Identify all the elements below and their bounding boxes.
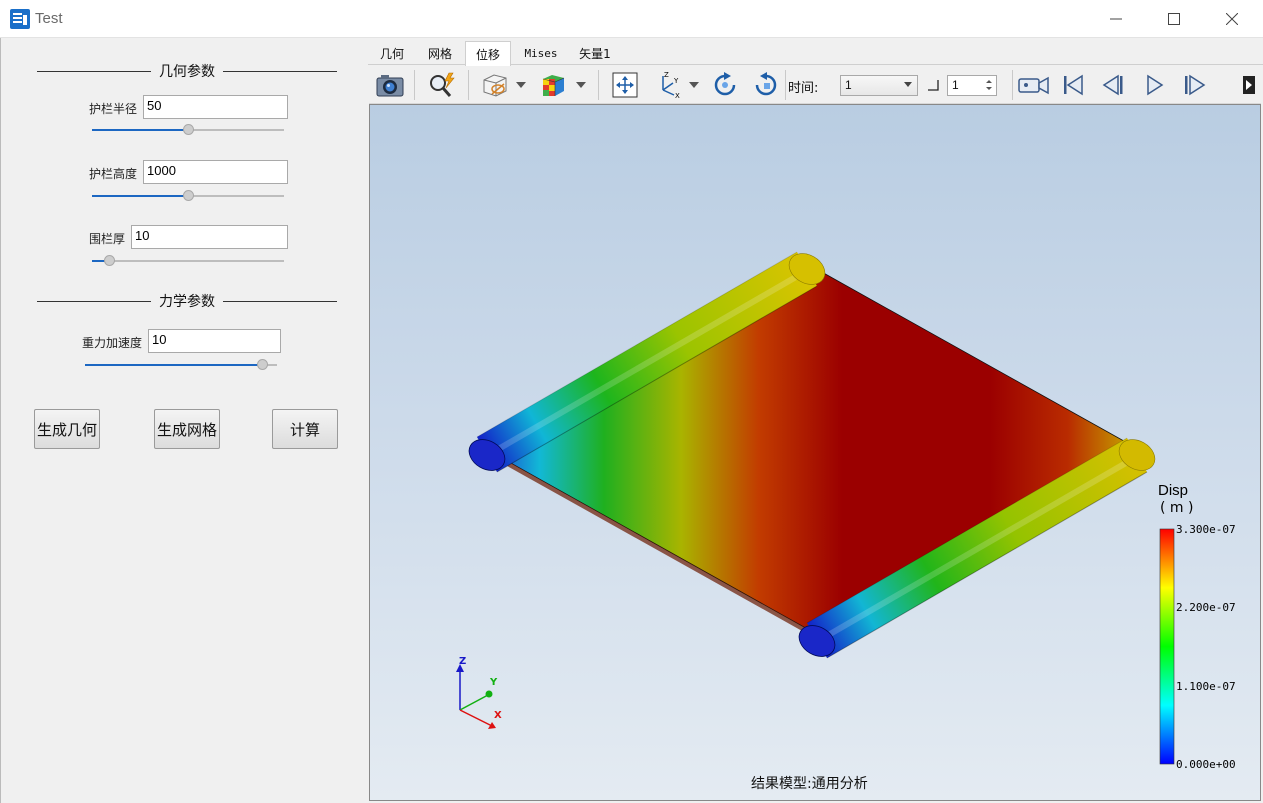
generate-geometry-button[interactable]: 生成几何 [34, 409, 100, 449]
compute-button[interactable]: 计算 [272, 409, 338, 449]
close-button[interactable] [1203, 0, 1261, 38]
slider-thumb[interactable] [183, 124, 194, 135]
slider-thumb[interactable] [104, 255, 116, 266]
query-icon[interactable] [426, 69, 458, 101]
minimize-icon [1110, 18, 1122, 20]
step-spinbox[interactable]: 1 [947, 75, 997, 96]
tab-geometry[interactable]: 几何 [372, 41, 412, 65]
guardrail-height-label: 护栏高度 [88, 167, 137, 181]
step-spinbox-value: 1 [952, 78, 959, 92]
guardrail-radius-label: 护栏半径 [88, 102, 137, 116]
camera-icon[interactable] [374, 69, 406, 101]
result-tabs: 几何 网格 位移 Mises 矢量1 [368, 38, 1263, 66]
axis-icon[interactable]: Z Y X [652, 69, 684, 101]
fence-thickness-slider[interactable] [92, 255, 284, 267]
guardrail-height-slider[interactable] [92, 190, 284, 202]
display-mode-dropdown-icon[interactable] [515, 80, 527, 90]
app-icon [10, 9, 30, 29]
svg-text:Y: Y [673, 77, 679, 85]
geometry-section-header: 几何参数 [37, 61, 337, 81]
close-icon [1226, 13, 1238, 25]
window-title: Test [35, 10, 63, 27]
time-select[interactable]: 1 [840, 75, 918, 96]
chevron-right-icon [1246, 80, 1252, 90]
axis-label-z: Z [459, 656, 467, 667]
color-map-dropdown-icon[interactable] [575, 80, 587, 90]
fit-view-icon[interactable] [609, 69, 641, 101]
title-bar: Test [0, 0, 1263, 38]
view-toolbar: Z Y X 时间: 1 1 [369, 66, 1261, 104]
maximize-button[interactable] [1145, 0, 1203, 38]
gravity-input[interactable]: 10 [148, 329, 281, 353]
minimize-button[interactable] [1087, 0, 1145, 38]
plate-surface [499, 270, 1141, 637]
generate-mesh-button[interactable]: 生成网格 [154, 409, 220, 449]
geometry-section-title: 几何参数 [151, 64, 223, 80]
fence-thickness-input[interactable]: 10 [131, 225, 288, 249]
tab-vector1[interactable]: 矢量1 [572, 41, 618, 65]
rotate-ccw-icon[interactable] [750, 69, 782, 101]
result-model-label: 结果模型:通用分析 [751, 776, 868, 792]
spin-arrows-icon[interactable] [985, 78, 993, 92]
svg-text:Z: Z [664, 71, 669, 79]
prev-frame-icon[interactable] [1097, 69, 1129, 101]
toolbar-overflow-button[interactable] [1243, 76, 1255, 94]
svg-text:X: X [675, 92, 680, 100]
legend-tick-mid-low: 1.100e-07 [1176, 680, 1236, 693]
legend-unit: ( m ) [1160, 500, 1194, 516]
step-checkbox-icon[interactable] [927, 79, 939, 91]
legend-tick-max: 3.300e-07 [1176, 523, 1236, 536]
fence-thickness-label: 围栏厚 [88, 232, 125, 246]
gravity-label: 重力加速度 [81, 336, 142, 350]
gravity-slider[interactable] [85, 359, 277, 371]
time-label: 时间: [788, 81, 819, 96]
mechanics-section-title: 力学参数 [151, 294, 223, 310]
legend-color-bar [1159, 528, 1175, 765]
axis-dropdown-icon[interactable] [688, 80, 700, 90]
legend-tick-min: 0.000e+00 [1176, 758, 1236, 771]
chevron-down-icon [904, 82, 912, 87]
mechanics-section-header: 力学参数 [37, 291, 337, 311]
slider-thumb[interactable] [183, 190, 194, 201]
guardrail-height-input[interactable]: 1000 [143, 160, 288, 184]
tab-mesh[interactable]: 网格 [420, 41, 460, 65]
maximize-icon [1168, 13, 1180, 25]
slider-thumb[interactable] [256, 359, 268, 370]
tab-mises[interactable]: Mises [516, 41, 566, 65]
rotate-cw-icon[interactable] [709, 69, 741, 101]
time-select-value: 1 [845, 78, 852, 92]
legend-tick-mid-high: 2.200e-07 [1176, 601, 1236, 614]
next-frame-icon[interactable] [1179, 69, 1211, 101]
guardrail-radius-slider[interactable] [92, 124, 284, 136]
guardrail-radius-input[interactable]: 50 [143, 95, 288, 119]
parameter-panel: 几何参数 护栏半径 50 护栏高度 1000 围栏厚 10 力学参数 重力加速度… [0, 38, 368, 803]
legend-title: Disp [1158, 482, 1189, 499]
result-viewport[interactable]: Disp ( m ) 3.300e-07 2.200e-07 1.100e-07… [369, 104, 1261, 801]
display-mode-icon[interactable] [479, 69, 511, 101]
displacement-contour-model[interactable] [370, 105, 1260, 800]
record-icon[interactable] [1016, 69, 1052, 101]
tab-displacement[interactable]: 位移 [465, 41, 511, 66]
axis-triad [456, 664, 496, 729]
axis-label-x: X [494, 710, 502, 721]
results-panel: 几何 网格 位移 Mises 矢量1 Z Y X 时间: 1 1 Disp (… [368, 38, 1263, 803]
first-frame-icon[interactable] [1057, 69, 1089, 101]
play-icon[interactable] [1139, 69, 1171, 101]
axis-label-y: Y [490, 677, 498, 688]
color-map-icon[interactable] [537, 69, 569, 101]
